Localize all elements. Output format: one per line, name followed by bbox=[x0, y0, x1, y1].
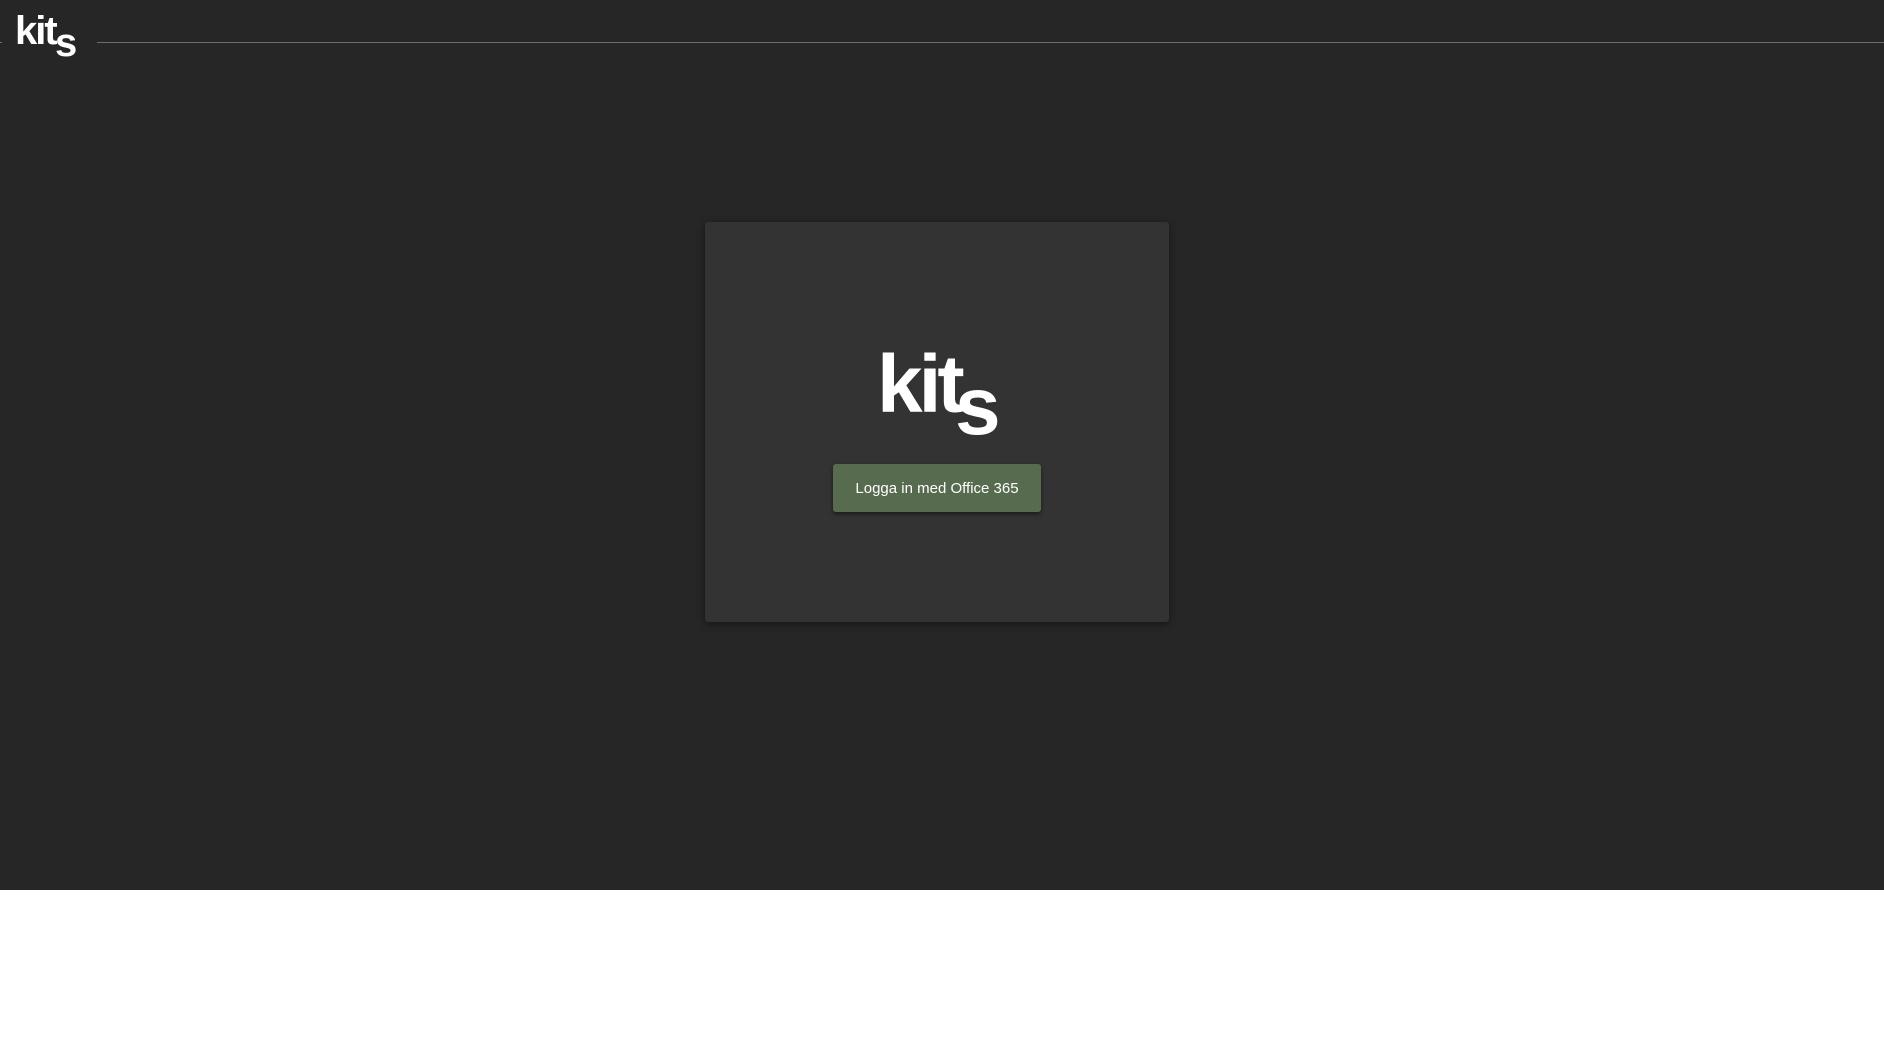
kits-logo-icon: kit s bbox=[15, 9, 77, 65]
top-bar: kit s bbox=[0, 0, 1884, 65]
header-divider bbox=[97, 42, 1884, 43]
header-logo-main: kit bbox=[15, 9, 57, 53]
office365-login-button[interactable]: Logga in med Office 365 bbox=[833, 464, 1041, 512]
kits-logo-icon: kit s bbox=[877, 339, 1001, 452]
card-logo: kit s bbox=[873, 330, 1007, 452]
header-logo[interactable]: kit s bbox=[15, 4, 83, 65]
card-logo-sub: s bbox=[955, 361, 1001, 440]
header-logo-sub: s bbox=[55, 21, 77, 60]
header-divider-left bbox=[0, 42, 2, 43]
app-background: kit s kit s Logga in med Office 365 bbox=[0, 0, 1884, 890]
login-card: kit s Logga in med Office 365 bbox=[705, 222, 1169, 622]
card-logo-main: kit bbox=[877, 339, 964, 430]
